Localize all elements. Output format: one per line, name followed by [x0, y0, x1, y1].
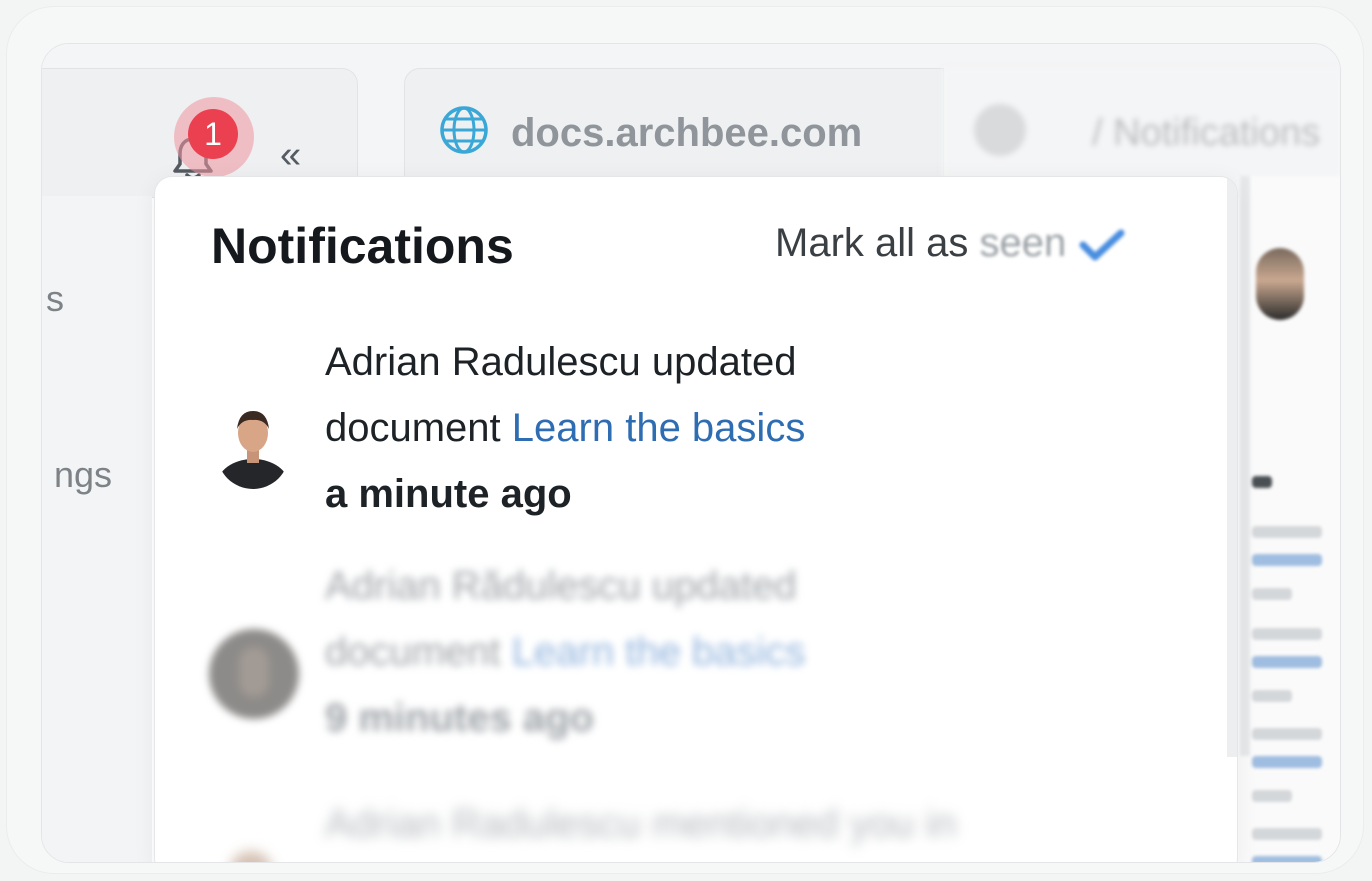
- sidebar: s ngs: [42, 196, 152, 862]
- notification-item[interactable]: Adrian Radulescu mentioned you in: [155, 773, 1237, 862]
- check-icon: [1079, 229, 1125, 261]
- notification-action: updated: [651, 564, 797, 608]
- notification-object-type: document: [325, 630, 501, 674]
- right-panel-line: [1252, 790, 1292, 802]
- mark-all-seen-button[interactable]: Mark all as seen: [775, 221, 1125, 266]
- notification-document-link[interactable]: Learn the basics: [512, 406, 806, 450]
- screenshot-card: 1 « docs.archbee.com / Notifications s n…: [6, 6, 1364, 874]
- site-url: docs.archbee.com: [511, 111, 863, 155]
- notification-time: 9 minutes ago: [325, 696, 594, 740]
- avatar: [229, 851, 273, 862]
- avatar: [217, 399, 289, 489]
- right-panel-line: [1252, 628, 1322, 640]
- notification-count: 1: [188, 109, 238, 159]
- notification-text: Adrian Radulescu mentioned you in: [325, 791, 1046, 862]
- notification-time: a minute ago: [325, 472, 572, 516]
- avatar: [209, 629, 299, 719]
- notification-action: mentioned you in: [651, 802, 957, 846]
- collapse-sidebar-icon[interactable]: «: [280, 135, 301, 175]
- notification-document-link[interactable]: Learn the basics: [512, 630, 806, 674]
- notification-text: Adrian Radulescu updated document Learn …: [325, 329, 805, 527]
- right-panel-line: [1252, 856, 1322, 862]
- right-panel-line: [1252, 690, 1292, 702]
- mark-all-label-suffix: seen: [979, 221, 1067, 265]
- notification-item[interactable]: Adrian Radulescu updated document Learn …: [155, 333, 1237, 533]
- right-panel-line: [1252, 554, 1322, 566]
- right-panel-line: [1252, 526, 1322, 538]
- top-bar: 1 « docs.archbee.com / Notifications: [42, 44, 1340, 198]
- notification-actor[interactable]: Adrian Radulescu: [325, 340, 641, 384]
- popover-scrollbar[interactable]: [1227, 177, 1237, 757]
- app-window: 1 « docs.archbee.com / Notifications s n…: [41, 43, 1341, 863]
- space-icon: [974, 104, 1026, 156]
- avatar: [1256, 248, 1304, 320]
- popover-title: Notifications: [211, 218, 514, 274]
- right-panel-scrollbar[interactable]: [1240, 176, 1250, 756]
- notification-text: Adrian Rădulescu updated document Learn …: [325, 553, 805, 751]
- notifications-popover: Notifications Mark all as seen Adrian Ra…: [154, 176, 1238, 862]
- right-panel-line: [1252, 828, 1322, 840]
- notification-actor[interactable]: Adrian Rădulescu: [325, 564, 641, 608]
- notification-action: updated: [651, 340, 797, 384]
- right-panel-line: [1252, 656, 1322, 668]
- breadcrumb[interactable]: / Notifications: [1092, 112, 1320, 155]
- right-panel-line: [1252, 756, 1322, 768]
- right-panel: [1238, 176, 1340, 862]
- notification-item[interactable]: Adrian Rădulescu updated document Learn …: [155, 553, 1237, 753]
- notification-actor[interactable]: Adrian Radulescu: [325, 802, 641, 846]
- notification-object-type: document: [325, 406, 501, 450]
- sidebar-item-label[interactable]: ngs: [54, 454, 112, 496]
- right-panel-line: [1252, 476, 1272, 488]
- notification-badge[interactable]: 1: [174, 97, 254, 177]
- globe-icon: [440, 106, 488, 154]
- mark-all-label: Mark all as: [775, 221, 969, 265]
- right-panel-line: [1252, 728, 1322, 740]
- right-panel-line: [1252, 588, 1292, 600]
- sidebar-item-label[interactable]: s: [46, 278, 64, 320]
